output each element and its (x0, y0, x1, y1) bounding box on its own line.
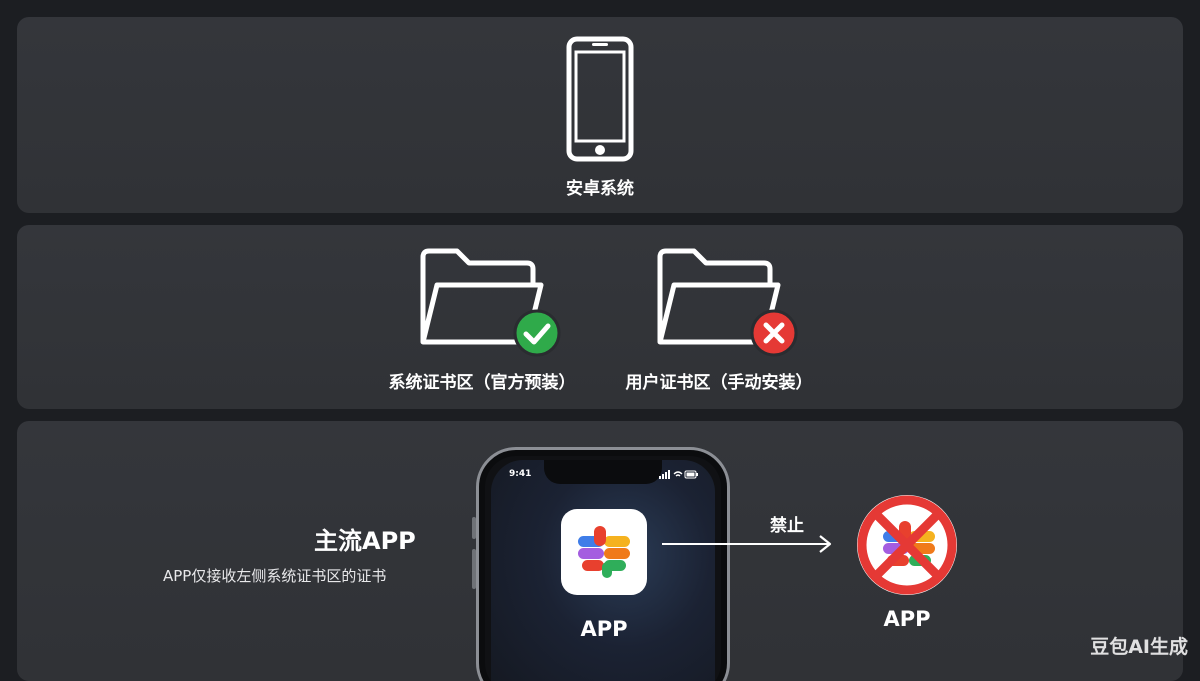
close-icon (750, 309, 798, 357)
arrow-right-icon (662, 535, 832, 553)
phone-mockup: 9:41 APP (476, 447, 730, 681)
mainstream-title: 主流APP (314, 527, 416, 555)
user-store-folder (654, 247, 799, 357)
prohibited-app-icon (857, 495, 957, 595)
android-system-panel: 安卓系统 (17, 17, 1183, 213)
mainstream-app-panel: 主流APP APP仅接收左侧系统证书区的证书 9:41 APP 禁止 APP (17, 421, 1183, 681)
system-store-label: 系统证书区（官方预装） (388, 373, 576, 393)
smartphone-icon (566, 36, 634, 162)
user-store-label: 用户证书区（手动安装） (625, 373, 813, 393)
phone-screen: 9:41 APP (491, 460, 715, 681)
phone-notch (544, 460, 662, 484)
app-icon[interactable] (561, 509, 647, 595)
app-logo-icon (578, 526, 630, 578)
certificate-stores-panel: 系统证书区（官方预装） 用户证书区（手动安装） (17, 225, 1183, 409)
watermark: 豆包AI生成 (1090, 636, 1188, 658)
mainstream-description: APP仅接收左侧系统证书区的证书 (163, 567, 387, 585)
system-store-folder (417, 247, 562, 357)
android-system-title: 安卓系统 (566, 179, 634, 199)
check-icon (513, 309, 561, 357)
status-icons (659, 470, 698, 479)
blocked-app-label: APP (883, 607, 931, 631)
app-label: APP (580, 617, 628, 641)
status-time: 9:41 (509, 469, 532, 479)
